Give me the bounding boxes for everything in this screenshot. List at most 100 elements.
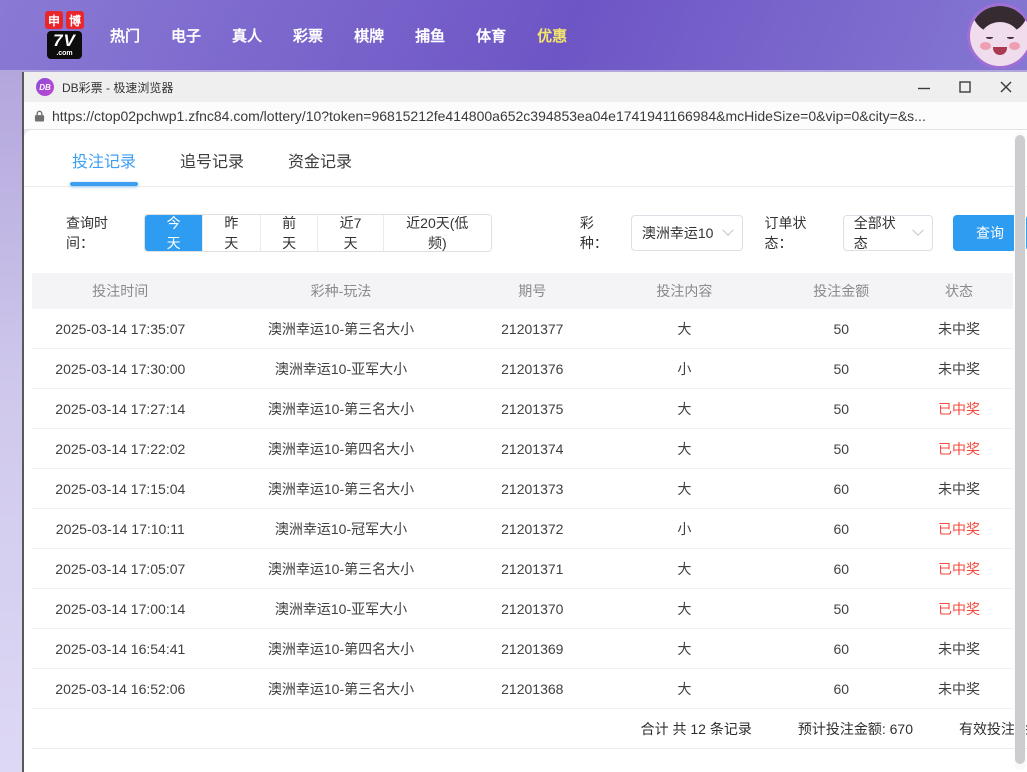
time-filter-option[interactable]: 今天: [145, 215, 202, 251]
cell-bet-amount: 60: [778, 561, 906, 577]
main-menu: 热门 电子 真人 彩票 棋牌 捕鱼 体育 优惠: [110, 25, 567, 46]
cell-status: 已中奖: [905, 439, 1013, 459]
cell-bet-time: 2025-03-14 17:30:00: [32, 361, 209, 377]
time-filter-label: 查询时间：: [66, 213, 134, 253]
order-status-value: 全部状态: [854, 213, 908, 253]
logo-com-text: .com: [56, 50, 72, 57]
logo-wordmark: 7V .com: [47, 31, 82, 59]
record-tab[interactable]: 资金记录: [288, 148, 352, 186]
cell-game-play: 澳洲幸运10-第三名大小: [209, 399, 474, 419]
cell-issue-number: 21201373: [473, 481, 591, 497]
vertical-scrollbar[interactable]: [1014, 132, 1026, 770]
cell-issue-number: 21201369: [473, 641, 591, 657]
record-tab[interactable]: 追号记录: [180, 148, 244, 186]
nav-menu-item[interactable]: 热门: [110, 25, 140, 46]
bet-table-body: 2025-03-14 17:35:07 澳洲幸运10-第三名大小 2120137…: [32, 309, 1013, 709]
cell-status: 未中奖: [905, 679, 1013, 699]
cell-status: 未中奖: [905, 319, 1013, 339]
cell-bet-content: 大: [591, 599, 777, 619]
column-header: 投注金额: [778, 281, 906, 301]
summary-total-count: 合计 共 12 条记录: [641, 719, 752, 739]
minimize-icon[interactable]: [917, 80, 931, 94]
cell-game-play: 澳洲幸运10-第三名大小: [209, 559, 474, 579]
cell-game-play: 澳洲幸运10-亚军大小: [209, 359, 474, 379]
cell-game-play: 澳洲幸运10-第四名大小: [209, 439, 474, 459]
avatar-eye: [1007, 36, 1014, 39]
cell-bet-content: 大: [591, 399, 777, 419]
time-filter-option[interactable]: 昨天: [202, 215, 260, 251]
bet-table: 投注时间彩种-玩法期号投注内容投注金额状态 2025-03-14 17:35:0…: [32, 273, 1013, 749]
record-tab[interactable]: 投注记录: [72, 148, 136, 186]
lottery-filter-label: 彩种：: [580, 213, 621, 253]
url-text[interactable]: https://ctop02pchwp1.zfnc84.com/lottery/…: [52, 108, 926, 124]
site-logo[interactable]: 申 博 7V .com: [45, 11, 84, 59]
nav-menu-item[interactable]: 捕鱼: [415, 25, 445, 46]
order-status-select[interactable]: 全部状态: [843, 215, 933, 251]
cell-bet-amount: 50: [778, 321, 906, 337]
table-summary-row: 合计 共 12 条记录 预计投注金额: 670 有效投注金额: [32, 709, 1027, 749]
cell-bet-amount: 60: [778, 521, 906, 537]
cell-bet-amount: 50: [778, 441, 906, 457]
browser-favicon-icon: DB: [36, 78, 54, 96]
cell-bet-content: 大: [591, 639, 777, 659]
lottery-page: 投注记录 追号记录 资金记录 查询时间： 今天昨天前天近7天近20天(低频) 彩种：…: [24, 130, 1027, 772]
cell-issue-number: 21201370: [473, 601, 591, 617]
filter-bar: 查询时间： 今天昨天前天近7天近20天(低频) 彩种： 澳洲幸运10 订单状态：…: [66, 213, 1027, 253]
cell-bet-time: 2025-03-14 17:10:11: [32, 521, 209, 537]
cell-bet-content: 小: [591, 359, 777, 379]
time-filter-group: 今天昨天前天近7天近20天(低频): [144, 214, 492, 252]
cell-bet-time: 2025-03-14 17:22:02: [32, 441, 209, 457]
nav-menu-item[interactable]: 棋牌: [354, 25, 384, 46]
lottery-select[interactable]: 澳洲幸运10: [631, 215, 743, 251]
cell-status: 已中奖: [905, 559, 1013, 579]
cell-game-play: 澳洲幸运10-第三名大小: [209, 679, 474, 699]
cell-issue-number: 21201371: [473, 561, 591, 577]
cell-bet-time: 2025-03-14 17:00:14: [32, 601, 209, 617]
cell-issue-number: 21201374: [473, 441, 591, 457]
cell-bet-content: 大: [591, 679, 777, 699]
column-header: 投注时间: [32, 281, 209, 301]
nav-menu-item[interactable]: 电子: [171, 25, 201, 46]
nav-menu-item[interactable]: 优惠: [537, 25, 567, 46]
cell-bet-amount: 50: [778, 601, 906, 617]
avatar-cheek: [1009, 42, 1020, 50]
cell-status: 未中奖: [905, 479, 1013, 499]
cell-bet-content: 大: [591, 479, 777, 499]
time-filter-option[interactable]: 近20天(低频): [383, 215, 491, 251]
table-row: 2025-03-14 17:35:07 澳洲幸运10-第三名大小 2120137…: [32, 309, 1013, 349]
maximize-icon[interactable]: [958, 80, 972, 94]
browser-url-bar[interactable]: https://ctop02pchwp1.zfnc84.com/lottery/…: [24, 102, 1027, 130]
cell-game-play: 澳洲幸运10-第三名大小: [209, 319, 474, 339]
cell-bet-time: 2025-03-14 16:52:06: [32, 681, 209, 697]
logo-badge-shen: 申: [45, 11, 63, 29]
close-icon[interactable]: [999, 80, 1013, 94]
cell-status: 未中奖: [905, 639, 1013, 659]
browser-title-bar[interactable]: DB DB彩票 - 极速浏览器: [24, 72, 1027, 102]
user-avatar[interactable]: [967, 3, 1027, 69]
scrollbar-thumb[interactable]: [1015, 135, 1025, 764]
avatar-hair-bun: [972, 4, 988, 18]
window-title: DB彩票 - 极速浏览器: [62, 79, 917, 96]
time-filter-option[interactable]: 近7天: [317, 215, 382, 251]
nav-menu-item[interactable]: 彩票: [293, 25, 323, 46]
nav-menu-item[interactable]: 体育: [476, 25, 506, 46]
summary-expected-amount: 预计投注金额: 670: [798, 719, 913, 739]
column-header: 状态: [905, 281, 1013, 301]
column-header: 投注内容: [591, 281, 777, 301]
record-tabs: 投注记录 追号记录 资金记录: [24, 130, 1027, 187]
column-header: 彩种-玩法: [209, 281, 474, 301]
logo-7v-text: 7V: [53, 32, 76, 49]
cell-issue-number: 21201376: [473, 361, 591, 377]
table-row: 2025-03-14 17:22:02 澳洲幸运10-第四名大小 2120137…: [32, 429, 1013, 469]
cell-issue-number: 21201375: [473, 401, 591, 417]
nav-menu-item[interactable]: 真人: [232, 25, 262, 46]
cell-status: 已中奖: [905, 599, 1013, 619]
top-nav: 申 博 7V .com 热门 电子 真人 彩票 棋牌 捕鱼 体育 优惠: [0, 0, 1027, 70]
table-row: 2025-03-14 16:52:06 澳洲幸运10-第三名大小 2120136…: [32, 669, 1013, 709]
logo-badges: 申 博: [45, 11, 84, 29]
time-filter-option[interactable]: 前天: [260, 215, 318, 251]
cell-bet-time: 2025-03-14 17:27:14: [32, 401, 209, 417]
cell-bet-time: 2025-03-14 16:54:41: [32, 641, 209, 657]
cell-issue-number: 21201372: [473, 521, 591, 537]
table-row: 2025-03-14 17:10:11 澳洲幸运10-冠军大小 21201372…: [32, 509, 1013, 549]
